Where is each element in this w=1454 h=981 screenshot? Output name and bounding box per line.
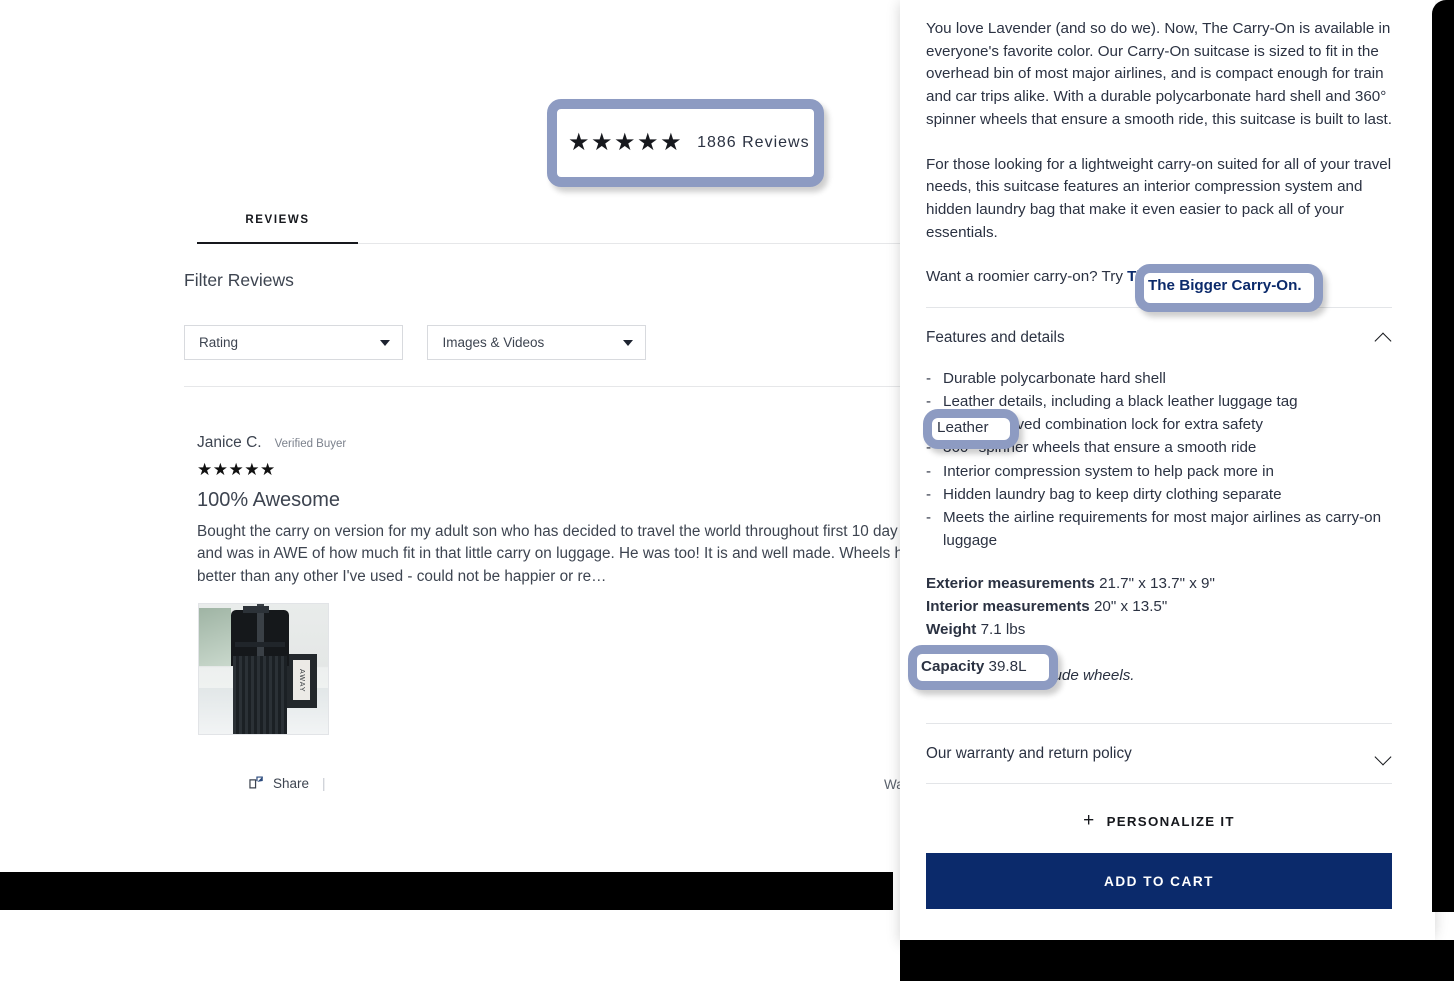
feature-item: Durable polycarbonate hard shell xyxy=(926,367,1392,390)
feature-item: 360° spinner wheels that ensure a smooth… xyxy=(926,436,1392,459)
share-label: Share xyxy=(273,776,310,791)
product-panel: You love Lavender (and so do we). Now, T… xyxy=(900,0,1435,940)
measurement-value: 20" x 13.5" xyxy=(1093,598,1168,616)
review-photo[interactable]: AWAY xyxy=(198,603,329,735)
features-list: Durable polycarbonate hard shell Leather… xyxy=(926,367,1392,552)
review-stars-icon: ★★★★★ xyxy=(197,460,276,479)
feature-item: Leather details, including a black leath… xyxy=(926,390,1392,413)
cross-sell-line: Want a roomier carry-on? Try The Bigger … xyxy=(926,266,1392,289)
review-item: Janice C. Verified Buyer ★★★★★ 100% Awes… xyxy=(197,434,900,588)
review-filters: Rating Images & Videos xyxy=(184,325,647,360)
product-panel-inner: You love Lavender (and so do we). Now, T… xyxy=(926,0,1392,910)
description-paragraph-2: For those looking for a lightweight carr… xyxy=(926,155,1392,241)
chevron-up-icon xyxy=(1375,330,1392,347)
cross-sell-prefix: Want a roomier carry-on? Try xyxy=(926,268,1128,286)
feature-item: Interior compression system to help pack… xyxy=(926,460,1392,483)
bigger-carry-on-link[interactable]: The Bigger Carry-On xyxy=(1127,268,1276,285)
reviews-tablist: REVIEWS xyxy=(197,210,900,240)
media-filter-select[interactable]: Images & Videos xyxy=(427,325,647,360)
tab-reviews[interactable]: REVIEWS xyxy=(197,214,358,240)
feature-item: Hidden laundry bag to keep dirty clothin… xyxy=(926,483,1392,506)
media-filter-label: Images & Videos xyxy=(442,335,545,350)
measurement-row: Capacity 39.8L xyxy=(926,641,1392,664)
chevron-down-icon xyxy=(380,339,390,346)
cross-sell-suffix: . xyxy=(1276,268,1281,286)
personalize-it-button[interactable]: + PERSONALIZE IT xyxy=(926,784,1392,853)
screen-edge-right xyxy=(1432,0,1454,912)
review-body: Bought the carry on version for my adult… xyxy=(197,523,900,585)
measurements-note: Measurements include wheels. xyxy=(926,667,1135,685)
measurement-row: Weight 7.1 lbs xyxy=(926,618,1392,641)
add-to-cart-button[interactable]: ADD TO CART xyxy=(926,853,1392,910)
chevron-down-icon xyxy=(623,339,634,346)
features-accordion-header[interactable]: Features and details xyxy=(926,308,1392,367)
measurement-value: 7.1 lbs xyxy=(980,621,1026,639)
warranty-accordion-header[interactable]: Our warranty and return policy xyxy=(926,724,1392,783)
reviews-panel: REVIEWS Filter Reviews Rating Images & V… xyxy=(0,0,900,872)
chevron-down-icon xyxy=(1375,746,1392,763)
measurements-block: Exterior measurements 21.7" x 13.7" x 9"… xyxy=(926,572,1392,687)
features-accordion-title: Features and details xyxy=(926,329,1065,347)
review-title: 100% Awesome xyxy=(197,489,341,511)
feature-item: TSA-approved combination lock for extra … xyxy=(926,413,1392,436)
warranty-accordion-title: Our warranty and return policy xyxy=(926,745,1132,763)
photo-strap xyxy=(235,642,285,647)
photo-luggage-tag: AWAY xyxy=(293,660,310,700)
measurement-value: 39.8L xyxy=(993,644,1032,662)
verified-buyer-badge: Verified Buyer xyxy=(274,438,347,450)
filter-reviews-heading: Filter Reviews xyxy=(184,270,294,290)
filters-divider xyxy=(184,386,900,387)
product-page: REVIEWS Filter Reviews Rating Images & V… xyxy=(0,0,1454,981)
active-tab-underline xyxy=(197,242,358,244)
review-author: Janice C. xyxy=(197,434,262,451)
share-icon xyxy=(249,775,264,792)
plus-icon: + xyxy=(1083,810,1096,832)
product-description: You love Lavender (and so do we). Now, T… xyxy=(926,18,1392,289)
measurement-label: Capacity xyxy=(926,644,990,662)
photo-handle-top xyxy=(243,606,269,613)
measurement-value: 21.7" x 13.7" x 9" xyxy=(1099,574,1215,592)
review-header: Janice C. Verified Buyer xyxy=(197,434,900,452)
measurement-label: Exterior measurements xyxy=(926,574,1095,592)
photo-suitcase xyxy=(233,656,287,734)
photo-luggage-tag-text: AWAY xyxy=(298,669,305,693)
photo-window xyxy=(199,608,231,666)
screen-edge-bottom-left xyxy=(0,872,893,910)
measurement-label: Weight xyxy=(926,621,977,639)
rating-filter-label: Rating xyxy=(199,335,239,350)
review-helpful-label[interactable]: Was xyxy=(884,777,900,792)
rating-filter-select[interactable]: Rating xyxy=(184,325,403,360)
feature-item: Meets the airline requirements for most … xyxy=(926,506,1392,552)
review-share-row[interactable]: Share | xyxy=(249,775,326,792)
screen-edge-bottom-right xyxy=(900,940,1454,981)
description-paragraph-1: You love Lavender (and so do we). Now, T… xyxy=(926,20,1392,128)
measurement-row: Exterior measurements 21.7" x 13.7" x 9" xyxy=(926,572,1392,595)
measurement-row: Interior measurements 20" x 13.5" xyxy=(926,595,1392,618)
share-divider: | xyxy=(322,776,326,791)
measurement-label: Interior measurements xyxy=(926,598,1090,616)
personalize-it-label: PERSONALIZE IT xyxy=(1106,814,1235,830)
